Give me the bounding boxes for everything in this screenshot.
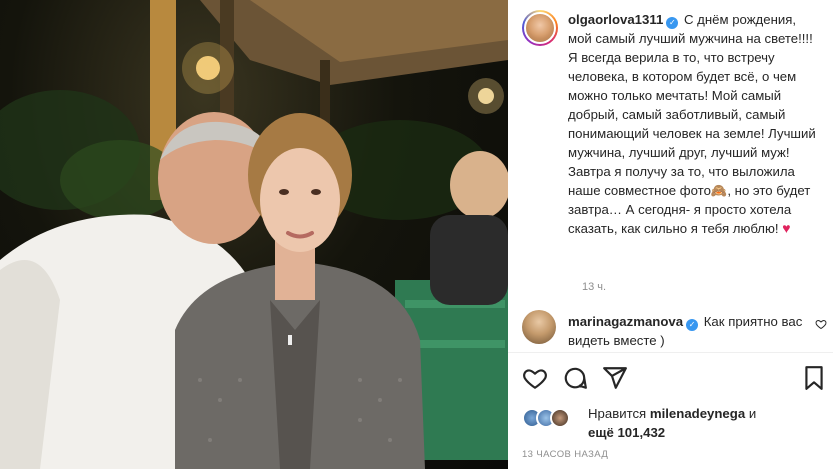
author-avatar[interactable]: [522, 10, 558, 46]
liker-avatar: [550, 408, 570, 428]
divider: [508, 352, 833, 353]
heart-emoji-icon: ♥: [782, 220, 791, 236]
caption-body: С днём рождения, мой самый лучший мужчин…: [568, 12, 816, 198]
post-photo-illustration: [0, 0, 508, 469]
likes-prefix: Нравится: [588, 406, 647, 421]
action-bar: [522, 365, 827, 393]
author-username[interactable]: olgaorlova1311: [568, 12, 663, 27]
likes-count[interactable]: ещё 101,432: [588, 425, 665, 440]
commenter-username[interactable]: marinagazmanova: [568, 314, 683, 329]
post-timestamp[interactable]: 13 ЧАСОВ НАЗАД: [522, 449, 608, 460]
comment-like-heart-icon[interactable]: [815, 318, 827, 330]
likes-joiner: и: [748, 406, 757, 421]
comment-icon[interactable]: [562, 365, 588, 391]
caption-time[interactable]: 13 ч.: [582, 281, 606, 293]
likes-text: Нравится milenadeynega и ещё 101,432: [588, 404, 756, 442]
share-icon[interactable]: [602, 365, 628, 391]
comment-item: marinagazmanova ✓ Как приятно вас видеть …: [522, 310, 827, 350]
verified-badge-icon: ✓: [666, 17, 679, 29]
heart-icon[interactable]: [522, 365, 548, 391]
caption-text: olgaorlova1311 ✓ С днём рождения, мой сам…: [568, 10, 822, 238]
liker-avatars[interactable]: [522, 408, 584, 430]
monkey-emoji-icon: 🙈: [710, 183, 728, 198]
commenter-avatar[interactable]: [522, 310, 556, 344]
liker-username[interactable]: milenadeynega: [650, 406, 745, 421]
bookmark-icon[interactable]: [801, 365, 827, 391]
post-photo[interactable]: [0, 0, 508, 469]
comment-text: marinagazmanova ✓ Как приятно вас видеть …: [568, 312, 813, 350]
verified-badge-icon: ✓: [686, 319, 699, 331]
post-side-panel: olgaorlova1311 ✓ С днём рождения, мой сам…: [508, 0, 833, 469]
likes-summary: Нравится milenadeynega и ещё 101,432: [522, 402, 827, 440]
